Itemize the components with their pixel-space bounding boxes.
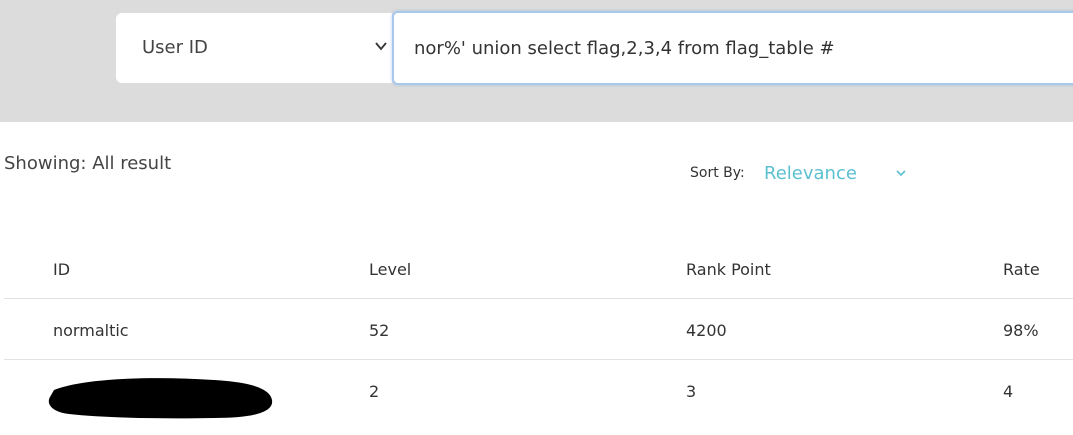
- table-row: normaltic 52 4200 98%: [4, 299, 1073, 360]
- table-cell-rank-point: 4200: [686, 321, 727, 340]
- search-field-select-value: User ID: [142, 37, 208, 58]
- redaction-mark: [48, 378, 273, 419]
- table-cell-level: 52: [369, 321, 390, 340]
- search-band: User ID: [0, 0, 1073, 122]
- chevron-down-icon[interactable]: [895, 167, 907, 179]
- sort-label: Sort By:: [690, 165, 745, 181]
- column-header-rate: Rate: [1003, 260, 1040, 279]
- search-field-select[interactable]: User ID: [116, 13, 392, 83]
- table-cell-level: 2: [369, 382, 380, 401]
- column-header-rank-point: Rank Point: [686, 260, 771, 279]
- table-cell-id: normaltic: [53, 321, 129, 340]
- table-header-row: ID Level Rank Point Rate: [4, 238, 1073, 299]
- table-cell-rate: 4: [1003, 382, 1014, 401]
- table-cell-rank-point: 3: [686, 382, 697, 401]
- search-input[interactable]: [392, 11, 1073, 85]
- column-header-id: ID: [53, 260, 71, 279]
- showing-text: Showing: All result: [4, 153, 172, 174]
- table-cell-rate: 98%: [1003, 321, 1039, 340]
- chevron-down-icon: [375, 42, 387, 51]
- column-header-level: Level: [369, 260, 412, 279]
- sort-select[interactable]: Relevance: [764, 163, 857, 184]
